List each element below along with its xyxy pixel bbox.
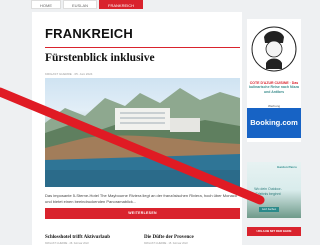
nav-tab-home[interactable]: HOME bbox=[31, 0, 61, 9]
ad-button[interactable]: Jetzt buchen bbox=[259, 207, 279, 212]
booking-banner[interactable]: Booking.com bbox=[247, 108, 301, 138]
ad-brand: Gardon Parco bbox=[277, 165, 297, 169]
outdoor-ad[interactable]: Gardon Parco Wo dein Outdoor-Erlebnis be… bbox=[247, 162, 301, 218]
related-title: Die Düfte der Provence bbox=[144, 235, 194, 240]
nav-tab-europa[interactable]: EUSLAN bbox=[63, 0, 98, 9]
main-content: FRANKREICH Fürstenblick inklusive KRIGAS… bbox=[32, 12, 242, 245]
related-article-1[interactable]: Schlosshotel trifft Aktivurlaub KRIGAST … bbox=[45, 235, 140, 245]
sidebar-red-button[interactable]: URLAUB MIT DER EHRE bbox=[247, 227, 301, 236]
read-more-button[interactable]: WEITERLESEN bbox=[45, 208, 240, 219]
article-excerpt: Das imposante 5-Sterne-Hotel The Maybour… bbox=[45, 193, 238, 204]
related-title: Schlosshotel trifft Aktivurlaub bbox=[45, 235, 111, 240]
ad-text: Wo dein Outdoor-Erlebnis beginnt bbox=[254, 187, 282, 196]
chef-portrait-icon bbox=[251, 26, 297, 72]
nav-tab-frankreich[interactable]: FRANKREICH bbox=[99, 0, 144, 9]
section-title: FRANKREICH bbox=[45, 26, 133, 41]
top-navigation: HOME EUSLAN FRANKREICH bbox=[31, 0, 161, 9]
related-article-2[interactable]: Die Düfte der Provence KRIGAST GUERRE · … bbox=[144, 235, 239, 245]
article-title[interactable]: Fürstenblick inklusive bbox=[45, 52, 155, 64]
article-meta: KRIGAST GUERRE · 05. Juni 2024 bbox=[45, 72, 93, 76]
brand-subtitle: kulinarische Reise nach Nizza und Antibe… bbox=[249, 85, 299, 94]
article-hero-image[interactable] bbox=[45, 78, 240, 187]
section-divider bbox=[45, 47, 240, 48]
